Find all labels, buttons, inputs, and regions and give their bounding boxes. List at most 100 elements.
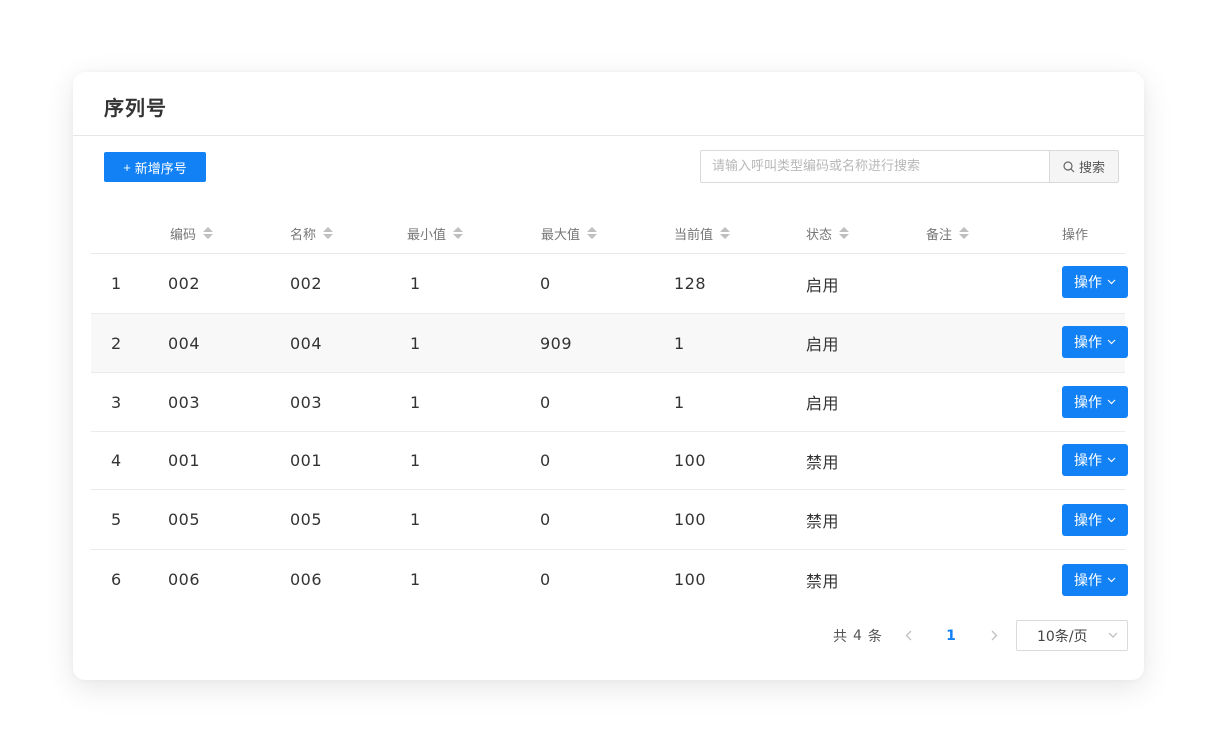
column-header-status[interactable]: 状态 [806, 212, 850, 254]
search-bar: 搜索 [700, 150, 1119, 183]
add-serial-button[interactable]: + 新增序号 [104, 152, 206, 182]
chevron-down-icon [1107, 457, 1116, 463]
page-size-value: 10条/页 [1037, 628, 1088, 645]
sort-icon[interactable] [959, 227, 970, 239]
action-label: 操作 [1074, 275, 1102, 291]
action-dropdown-button[interactable]: 操作 [1062, 504, 1128, 536]
row-index: 2 [111, 333, 122, 353]
search-icon [1063, 160, 1075, 172]
sort-icon[interactable] [453, 227, 464, 239]
row-index: 1 [111, 274, 122, 293]
search-button[interactable]: 搜索 [1049, 150, 1119, 183]
cell-current: 100 [674, 510, 707, 529]
cell-max: 0 [540, 392, 551, 412]
plus-icon: + [123, 159, 131, 175]
cell-min: 1 [410, 510, 421, 529]
chevron-down-icon [1107, 517, 1116, 523]
column-header-code[interactable]: 编码 [170, 212, 214, 254]
add-serial-label: 新增序号 [134, 160, 187, 176]
cell-min: 1 [410, 451, 421, 470]
column-header-label: 操作 [1062, 227, 1089, 243]
cell-max: 0 [540, 451, 551, 470]
cell-current: 100 [674, 451, 707, 470]
row-index: 6 [111, 570, 122, 589]
cell-code: 004 [168, 333, 201, 353]
cell-min: 1 [410, 570, 421, 589]
cell-name: 005 [290, 510, 323, 529]
cell-current: 100 [674, 570, 707, 589]
cell-max: 0 [540, 274, 551, 293]
row-index: 5 [111, 510, 122, 529]
total-number: 4 [853, 627, 862, 644]
next-page-button[interactable] [984, 620, 1004, 651]
page-title: 序列号 [104, 96, 167, 120]
cell-max: 909 [540, 333, 573, 353]
chevron-down-icon [1107, 577, 1116, 583]
sort-icon[interactable] [587, 227, 598, 239]
action-dropdown-button[interactable]: 操作 [1062, 386, 1128, 418]
page-number-current[interactable]: 1 [939, 620, 963, 651]
title-divider [73, 135, 1144, 136]
column-header-remark[interactable]: 备注 [926, 212, 970, 254]
cell-name: 002 [290, 274, 323, 293]
column-header-label: 名称 [290, 227, 317, 243]
sort-icon[interactable] [839, 227, 850, 239]
cell-status: 禁用 [806, 511, 840, 531]
prev-page-button[interactable] [898, 620, 918, 651]
action-dropdown-button[interactable]: 操作 [1062, 326, 1128, 358]
cell-code: 003 [168, 392, 201, 412]
cell-current: 1 [674, 392, 685, 412]
pagination: 共 4 条 1 10条/页 [73, 620, 1144, 651]
column-header-name[interactable]: 名称 [290, 212, 334, 254]
sort-icon[interactable] [203, 227, 214, 239]
column-header-current[interactable]: 当前值 [674, 212, 731, 254]
action-label: 操作 [1074, 453, 1102, 469]
chevron-right-icon [991, 630, 997, 641]
table-row: 4 001 001 1 0 100 禁用 操作 [91, 432, 1128, 490]
action-label: 操作 [1074, 513, 1102, 529]
table-row: 6 006 006 1 0 100 禁用 操作 [91, 550, 1128, 609]
column-header-label: 备注 [926, 227, 953, 243]
table-row: 2 004 004 1 909 1 启用 操作 [91, 314, 1128, 373]
column-header-max[interactable]: 最大值 [541, 212, 598, 254]
row-index: 3 [111, 392, 122, 412]
cell-code: 002 [168, 274, 201, 293]
table-row: 1 002 002 1 0 128 启用 操作 [91, 254, 1128, 314]
total-suffix: 条 [867, 628, 882, 645]
cell-name: 003 [290, 392, 323, 412]
cell-code: 001 [168, 451, 201, 470]
table-row: 5 005 005 1 0 100 禁用 操作 [91, 490, 1128, 550]
cell-name: 001 [290, 451, 323, 470]
search-input[interactable] [700, 150, 1049, 183]
column-header-label: 最大值 [541, 227, 581, 243]
total-prefix: 共 [833, 628, 847, 645]
chevron-down-icon [1107, 279, 1116, 285]
table-header: 编码 名称 最小值 最大值 当前值 状态 备注 操作 [91, 212, 1125, 254]
action-label: 操作 [1074, 395, 1102, 411]
table-row: 3 003 003 1 0 1 启用 操作 [91, 373, 1128, 432]
sort-icon[interactable] [323, 227, 334, 239]
chevron-down-icon [1108, 632, 1118, 638]
cell-code: 006 [168, 570, 201, 589]
cell-name: 004 [290, 333, 323, 353]
cell-code: 005 [168, 510, 201, 529]
action-dropdown-button[interactable]: 操作 [1062, 444, 1128, 476]
cell-status: 启用 [806, 394, 840, 413]
search-button-label: 搜索 [1078, 161, 1105, 176]
cell-min: 1 [410, 392, 421, 412]
page-size-select[interactable]: 10条/页 [1016, 620, 1128, 651]
cell-current: 1 [674, 333, 685, 353]
cell-name: 006 [290, 570, 323, 589]
cell-status: 禁用 [806, 571, 840, 591]
action-dropdown-button[interactable]: 操作 [1062, 564, 1128, 596]
cell-max: 0 [540, 570, 551, 589]
column-header-min[interactable]: 最小值 [407, 212, 464, 254]
cell-status: 禁用 [806, 452, 840, 472]
chevron-down-icon [1107, 399, 1116, 405]
sort-icon[interactable] [720, 227, 731, 239]
serial-number-card: 序列号 + 新增序号 搜索 编码 名称 最小值 最大值 [73, 72, 1144, 680]
action-dropdown-button[interactable]: 操作 [1062, 266, 1128, 298]
action-label: 操作 [1074, 335, 1102, 351]
action-label: 操作 [1074, 573, 1102, 589]
column-header-action: 操作 [1062, 212, 1088, 254]
